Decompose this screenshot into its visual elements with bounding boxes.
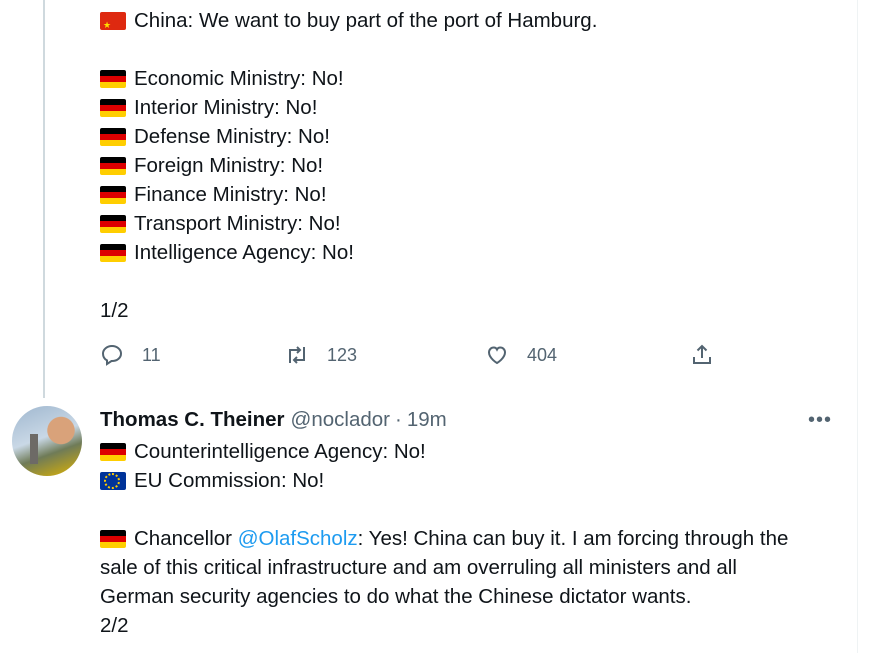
share-icon [693, 344, 711, 364]
thread-counter: 1/2 [100, 299, 129, 322]
tweet-2-header: Thomas C. Theiner @noclador · 19m [100, 406, 447, 434]
author-handle[interactable]: @noclador [291, 408, 390, 432]
tweet-line: Interior Ministry: No! [100, 93, 597, 122]
tweet-line: China: We want to buy part of the port o… [100, 6, 597, 35]
tweet-line: Counterintelligence Agency: No! [100, 437, 788, 466]
germany-flag-icon [100, 98, 126, 117]
tweet-line: Finance Ministry: No! [100, 180, 597, 209]
tweet-line: Transport Ministry: No! [100, 209, 597, 238]
tweet-line-text: Transport Ministry: No! [134, 212, 341, 235]
tweet-line-text: Counterintelligence Agency: No! [134, 440, 426, 463]
like-count: 404 [527, 344, 558, 365]
tweet-line: Economic Ministry: No! [100, 64, 597, 93]
more-options-button[interactable]: ••• [806, 406, 834, 434]
tweet-line-text: Defense Ministry: No! [134, 125, 330, 148]
tweet-line-text: Interior Ministry: No! [134, 96, 318, 119]
germany-flag-icon [100, 127, 126, 146]
tweet-line: German security agencies to do what the … [100, 585, 692, 608]
mention-link[interactable]: @OlafScholz [238, 524, 358, 553]
timestamp[interactable]: 19m [407, 408, 447, 432]
timeline-border [857, 0, 858, 653]
tweet-line: Chancellor @OlafScholz : Yes! China can … [100, 524, 788, 553]
tweet-line-text: EU Commission: No! [134, 469, 325, 492]
reply-icon [101, 344, 123, 366]
tweet-line: Intelligence Agency: No! [100, 238, 597, 267]
tweet-line-text: China: We want to buy part of the port o… [134, 9, 598, 32]
more-icon: ••• [807, 408, 832, 431]
eu-flag-icon [100, 471, 126, 490]
retweet-count: 123 [327, 344, 358, 365]
retweet-icon [289, 346, 305, 364]
like-icon [487, 346, 507, 365]
china-flag-icon [100, 11, 126, 30]
tweet-line: Defense Ministry: No! [100, 122, 597, 151]
tweet-line: sale of this critical infrastructure and… [100, 556, 737, 579]
germany-flag-icon [100, 185, 126, 204]
germany-flag-icon [100, 156, 126, 175]
avatar[interactable] [12, 406, 82, 476]
tweet-1-action-bar: 11 123 404 [100, 343, 740, 373]
germany-flag-icon [100, 243, 126, 262]
tweet-line: Foreign Ministry: No! [100, 151, 597, 180]
tweet-line-text: Chancellor [134, 527, 232, 550]
tweet-line-text: Foreign Ministry: No! [134, 154, 324, 177]
retweet-button[interactable]: 123 [285, 343, 357, 367]
tweet-line-text: : Yes! China can buy it. I am forcing th… [357, 527, 789, 550]
thread-counter: 2/2 [100, 614, 129, 637]
separator-dot: · [394, 408, 402, 431]
reply-count: 11 [142, 344, 161, 365]
author-name[interactable]: Thomas C. Theiner [100, 408, 285, 432]
germany-flag-icon [100, 214, 126, 233]
tweet-line-text: Intelligence Agency: No! [134, 241, 354, 264]
germany-flag-icon [100, 529, 126, 548]
tweet-line-text: Finance Ministry: No! [134, 183, 327, 206]
share-button[interactable] [690, 343, 714, 367]
avatar-photo [30, 434, 38, 464]
reply-button[interactable]: 11 [100, 343, 161, 367]
tweet-1-text: China: We want to buy part of the port o… [100, 6, 597, 325]
germany-flag-icon [100, 442, 126, 461]
tweet-line-text: Economic Ministry: No! [134, 67, 344, 90]
thread-connector-line [43, 0, 45, 398]
germany-flag-icon [100, 69, 126, 88]
like-button[interactable]: 404 [485, 343, 557, 367]
tweet-line: EU Commission: No! [100, 466, 788, 495]
tweet-2-text: Counterintelligence Agency: No! EU Commi… [100, 437, 788, 640]
